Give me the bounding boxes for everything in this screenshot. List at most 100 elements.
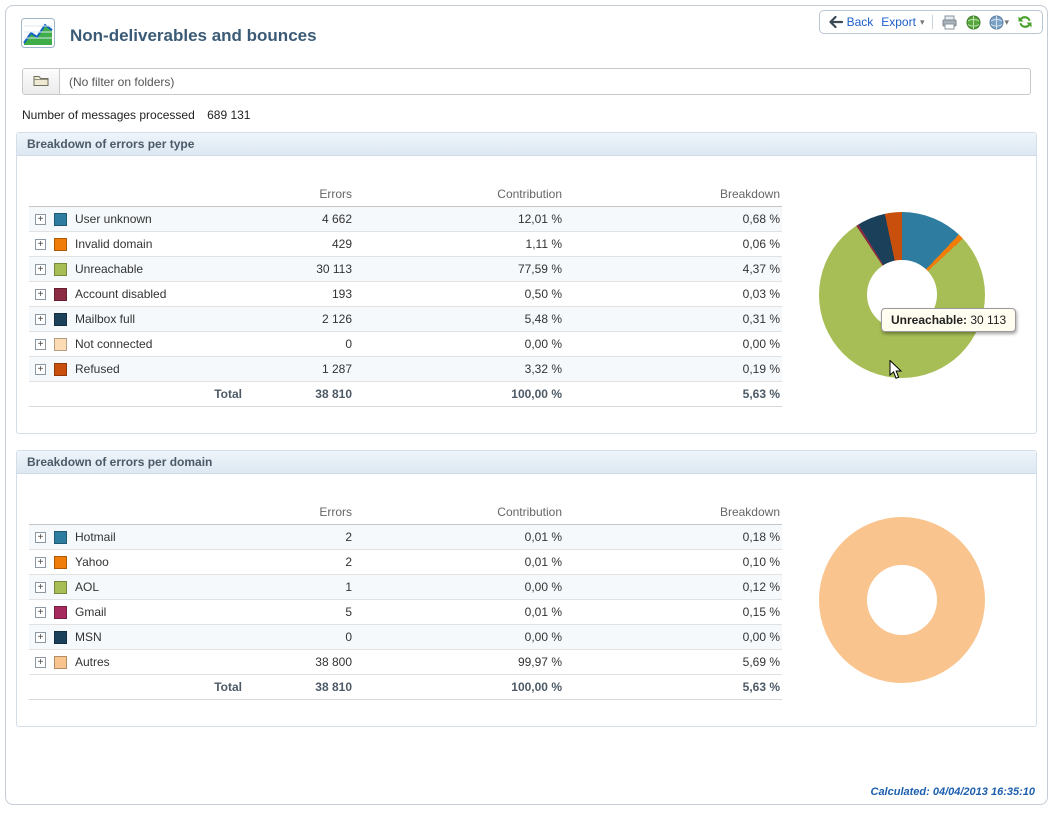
column-header-breakdown: Breakdown — [564, 500, 782, 525]
row-label: Account disabled — [75, 287, 166, 301]
globe-green-icon[interactable] — [966, 15, 981, 30]
errors-per-domain-donut-chart[interactable] — [819, 517, 985, 683]
errors-value: 5 — [244, 600, 354, 625]
total-errors: 38 810 — [244, 382, 354, 407]
series-color-swatch — [54, 656, 67, 669]
contribution-value: 0,00 % — [354, 332, 564, 357]
breakdown-value: 0,00 % — [564, 332, 782, 357]
expand-icon[interactable]: + — [35, 339, 46, 350]
top-toolbar: Back Export ▾ ▾ — [819, 10, 1043, 34]
errors-value: 2 — [244, 550, 354, 575]
breakdown-value: 0,18 % — [564, 525, 782, 550]
contribution-value: 99,97 % — [354, 650, 564, 675]
expand-icon[interactable]: + — [35, 314, 46, 325]
panel-errors-per-domain-title: Breakdown of errors per domain — [17, 451, 1036, 474]
report-chart-icon — [20, 16, 60, 56]
series-color-swatch — [54, 313, 67, 326]
refresh-icon[interactable] — [1017, 14, 1033, 30]
contribution-value: 0,00 % — [354, 625, 564, 650]
export-label: Export — [881, 15, 916, 29]
column-header-contribution: Contribution — [354, 182, 564, 207]
contribution-value: 3,32 % — [354, 357, 564, 382]
expand-icon[interactable]: + — [35, 657, 46, 668]
errors-per-domain-table: Errors Contribution Breakdown + Hotmail 2… — [29, 500, 782, 700]
errors-per-type-donut-chart[interactable] — [819, 212, 985, 378]
column-header-name — [29, 182, 244, 207]
folder-filter[interactable]: (No filter on folders) — [22, 68, 1031, 95]
contribution-value: 0,50 % — [354, 282, 564, 307]
errors-value: 1 287 — [244, 357, 354, 382]
folder-icon — [33, 74, 49, 90]
series-color-swatch — [54, 606, 67, 619]
table-row: +Autres 38 800 99,97 % 5,69 % — [29, 650, 782, 675]
errors-value: 193 — [244, 282, 354, 307]
table-row: +Unreachable 30 113 77,59 % 4,37 % — [29, 257, 782, 282]
errors-value: 2 — [244, 525, 354, 550]
print-icon[interactable] — [941, 15, 958, 30]
table-header-row: Errors Contribution Breakdown — [29, 182, 782, 207]
mouse-cursor-icon — [889, 360, 903, 385]
series-color-swatch — [54, 213, 67, 226]
expand-icon[interactable]: + — [35, 607, 46, 618]
breakdown-value: 0,31 % — [564, 307, 782, 332]
breakdown-value: 0,19 % — [564, 357, 782, 382]
expand-icon[interactable]: + — [35, 214, 46, 225]
series-color-swatch — [54, 631, 67, 644]
series-color-swatch — [54, 363, 67, 376]
expand-icon[interactable]: + — [35, 289, 46, 300]
export-menu-button[interactable]: Export ▾ — [881, 15, 924, 29]
table-row: +Mailbox full 2 126 5,48 % 0,31 % — [29, 307, 782, 332]
expand-icon[interactable]: + — [35, 557, 46, 568]
chevron-down-icon: ▾ — [920, 17, 925, 28]
total-breakdown: 5,63 % — [564, 382, 782, 407]
breakdown-value: 0,68 % — [564, 207, 782, 232]
table-row: +MSN 0 0,00 % 0,00 % — [29, 625, 782, 650]
contribution-value: 5,48 % — [354, 307, 564, 332]
messages-processed: Number of messages processed 689 131 — [22, 108, 1031, 122]
series-color-swatch — [54, 556, 67, 569]
series-color-swatch — [54, 338, 67, 351]
back-button[interactable]: Back — [829, 15, 874, 29]
errors-value: 2 126 — [244, 307, 354, 332]
expand-icon[interactable]: + — [35, 582, 46, 593]
row-label: Not connected — [75, 337, 152, 351]
series-color-swatch — [54, 263, 67, 276]
back-arrow-icon — [829, 16, 843, 28]
expand-icon[interactable]: + — [35, 632, 46, 643]
panel-errors-per-type-body: Errors Contribution Breakdown + User unkn… — [17, 156, 1036, 433]
table-header-row: Errors Contribution Breakdown — [29, 500, 782, 525]
folder-filter-text: (No filter on folders) — [60, 75, 174, 89]
table-row: +Refused 1 287 3,32 % 0,19 % — [29, 357, 782, 382]
globe-icon[interactable]: ▾ — [989, 15, 1009, 30]
errors-value: 429 — [244, 232, 354, 257]
calculated-timestamp: Calculated: 04/04/2013 16:35:10 — [871, 786, 1036, 798]
contribution-value: 12,01 % — [354, 207, 564, 232]
total-contribution: 100,00 % — [354, 382, 564, 407]
contribution-value: 0,01 % — [354, 525, 564, 550]
expand-icon[interactable]: + — [35, 364, 46, 375]
row-label: AOL — [75, 580, 99, 594]
panel-errors-per-type-title: Breakdown of errors per type — [17, 133, 1036, 156]
expand-icon[interactable]: + — [35, 264, 46, 275]
breakdown-value: 0,15 % — [564, 600, 782, 625]
table-row: +User unknown 4 662 12,01 % 0,68 % — [29, 207, 782, 232]
row-label: Yahoo — [75, 555, 109, 569]
series-color-swatch — [54, 531, 67, 544]
expand-icon[interactable]: + — [35, 239, 46, 250]
contribution-value: 1,11 % — [354, 232, 564, 257]
folder-button[interactable] — [23, 69, 60, 94]
row-label: Autres — [75, 655, 110, 669]
expand-icon[interactable]: + — [35, 532, 46, 543]
total-label: Total — [29, 675, 244, 700]
total-contribution: 100,00 % — [354, 675, 564, 700]
errors-per-domain-chart-area — [782, 500, 1022, 700]
panel-errors-per-domain: Breakdown of errors per domain Errors Co… — [16, 450, 1037, 727]
total-row: Total 38 810 100,00 % 5,63 % — [29, 382, 782, 407]
row-label: Invalid domain — [75, 237, 152, 251]
table-row: +Yahoo 2 0,01 % 0,10 % — [29, 550, 782, 575]
table-row: +AOL 1 0,00 % 0,12 % — [29, 575, 782, 600]
errors-value: 0 — [244, 625, 354, 650]
row-label: User unknown — [75, 212, 152, 226]
series-color-swatch — [54, 238, 67, 251]
row-label: Hotmail — [75, 530, 116, 544]
